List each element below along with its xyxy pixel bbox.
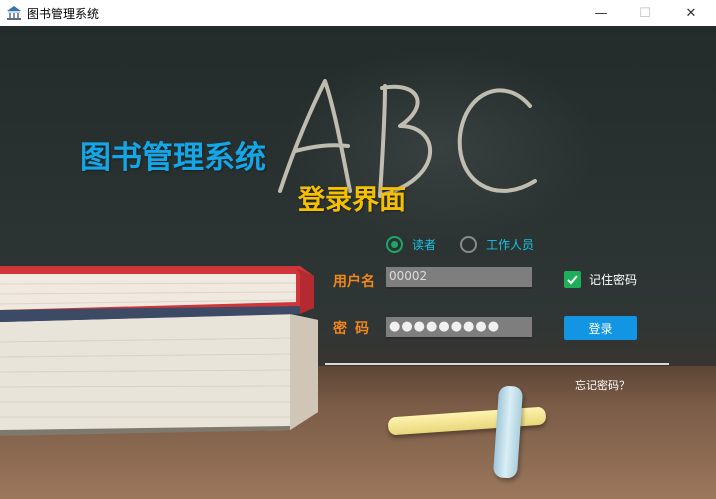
library-icon [7, 6, 21, 20]
system-title: 图书管理系统 [80, 140, 266, 176]
role-radio-reader[interactable]: 读者 [386, 236, 436, 253]
role-radio-staff[interactable]: 工作人员 [460, 236, 534, 253]
window-titlebar: 图书管理系统 — ☐ ✕ [0, 0, 716, 27]
password-input[interactable]: ●●●●●●●●● [386, 317, 532, 339]
remember-password-checkbox[interactable]: 记住密码 [564, 271, 637, 288]
login-background [0, 26, 716, 499]
books-illustration [0, 266, 318, 436]
close-button[interactable]: ✕ [668, 0, 714, 26]
maximize-icon: ☐ [639, 5, 651, 21]
maximize-button[interactable]: ☐ [622, 0, 668, 26]
checkmark-icon[interactable] [564, 271, 581, 288]
radio-selected-icon[interactable] [386, 236, 403, 253]
minimize-button[interactable]: — [578, 0, 624, 26]
login-button[interactable]: 登录 [564, 316, 637, 340]
username-label: 用户名 [333, 274, 375, 290]
role-reader-label: 读者 [412, 238, 437, 252]
password-label: 密码 [333, 321, 377, 337]
remember-password-label: 记住密码 [589, 273, 638, 287]
username-input[interactable]: 00002 [386, 267, 532, 289]
close-icon: ✕ [685, 5, 697, 21]
minimize-icon: — [594, 5, 608, 21]
login-title: 登录界面 [298, 185, 406, 216]
window-title: 图书管理系统 [27, 7, 100, 21]
forgot-password-link[interactable]: 忘记密码？ [575, 377, 630, 393]
radio-unselected-icon[interactable] [460, 236, 477, 253]
form-divider [325, 363, 669, 365]
role-staff-label: 工作人员 [486, 238, 535, 252]
